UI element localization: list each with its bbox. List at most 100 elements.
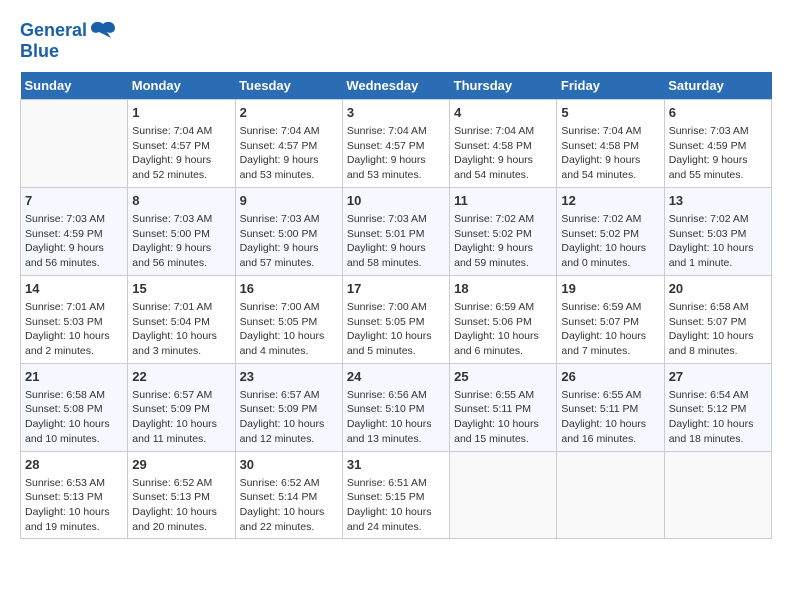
calendar-cell: 23Sunrise: 6:57 AMSunset: 5:09 PMDayligh… xyxy=(235,363,342,451)
calendar-cell: 15Sunrise: 7:01 AMSunset: 5:04 PMDayligh… xyxy=(128,275,235,363)
sunset-label: Sunset: 5:07 PM xyxy=(669,316,747,328)
daylight-label: Daylight: 9 hours and 53 minutes. xyxy=(240,154,319,181)
calendar-week-row: 28Sunrise: 6:53 AMSunset: 5:13 PMDayligh… xyxy=(21,451,772,539)
calendar-cell: 6Sunrise: 7:03 AMSunset: 4:59 PMDaylight… xyxy=(664,99,771,187)
sunrise-label: Sunrise: 7:02 AM xyxy=(669,213,749,225)
sunset-label: Sunset: 5:04 PM xyxy=(132,316,210,328)
calendar-cell: 8Sunrise: 7:03 AMSunset: 5:00 PMDaylight… xyxy=(128,187,235,275)
calendar-cell: 27Sunrise: 6:54 AMSunset: 5:12 PMDayligh… xyxy=(664,363,771,451)
sunrise-label: Sunrise: 6:51 AM xyxy=(347,477,427,489)
daylight-label: Daylight: 10 hours and 18 minutes. xyxy=(669,418,754,445)
sunset-label: Sunset: 5:00 PM xyxy=(132,228,210,240)
day-number: 23 xyxy=(240,368,338,386)
calendar-cell: 4Sunrise: 7:04 AMSunset: 4:58 PMDaylight… xyxy=(450,99,557,187)
sunset-label: Sunset: 4:57 PM xyxy=(240,140,318,152)
logo: General Blue xyxy=(20,20,117,62)
daylight-label: Daylight: 10 hours and 7 minutes. xyxy=(561,330,646,357)
day-number: 19 xyxy=(561,280,659,298)
calendar-cell: 12 Sunrise: 7:02 AM Sunset: 5:02 PM Dayligh… xyxy=(557,187,664,275)
calendar-cell: 31 Sunrise: 6:51 AMSunset: 5:15 PMDayligh… xyxy=(342,451,449,539)
calendar-week-row: 1Sunrise: 7:04 AMSunset: 4:57 PMDaylight… xyxy=(21,99,772,187)
day-number: 30 xyxy=(240,456,338,474)
cell-content: Sunrise: 6:57 AMSunset: 5:09 PMDaylight:… xyxy=(240,388,338,447)
sunrise-label: Sunrise: 6:55 AM xyxy=(561,389,641,401)
calendar-cell: 20Sunrise: 6:58 AMSunset: 5:07 PMDayligh… xyxy=(664,275,771,363)
sunset-label: Sunset: 5:01 PM xyxy=(347,228,425,240)
cell-content: Sunrise: 6:53 AM Sunset: 5:13 PM Daylight:… xyxy=(25,476,123,535)
calendar-cell: 21Sunrise: 6:58 AMSunset: 5:08 PMDayligh… xyxy=(21,363,128,451)
sunrise-label: Sunrise: 7:02 AM xyxy=(561,213,641,225)
cell-content: Sunrise: 6:52 AMSunset: 5:14 PMDaylight:… xyxy=(240,476,338,535)
sunrise-label: Sunrise: 7:00 AM xyxy=(347,301,427,313)
day-number: 11 xyxy=(454,192,552,210)
sunset-label: Sunset: 5:13 PM xyxy=(132,491,210,503)
daylight-label: Daylight: 10 hours and 11 minutes. xyxy=(132,418,217,445)
day-number: 24 xyxy=(347,368,445,386)
cell-content: Sunrise: 6:59 AMSunset: 5:07 PMDaylight:… xyxy=(561,300,659,359)
sunrise-label: Sunrise: 6:58 AM xyxy=(669,301,749,313)
calendar-cell: 18Sunrise: 6:59 AMSunset: 5:06 PMDayligh… xyxy=(450,275,557,363)
logo-text: General xyxy=(20,21,87,41)
logo-container: General Blue xyxy=(20,20,117,62)
daylight-label: Daylight: 10 hours and 4 minutes. xyxy=(240,330,325,357)
day-number: 27 xyxy=(669,368,767,386)
day-number: 22 xyxy=(132,368,230,386)
daylight-label: Daylight: 10 hours and 22 minutes. xyxy=(240,506,325,533)
cell-content: Sunrise: 7:04 AMSunset: 4:58 PMDaylight:… xyxy=(561,124,659,183)
cell-content: Sunrise: 7:03 AM Sunset: 5:01 PM Daylight:… xyxy=(347,212,445,271)
daylight-label: Daylight: 9 hours and 59 minutes. xyxy=(454,242,533,269)
day-number: 31 xyxy=(347,456,445,474)
sunset-label: Sunset: 5:09 PM xyxy=(132,403,210,415)
sunrise-label: Sunrise: 6:54 AM xyxy=(669,389,749,401)
sunrise-label: Sunrise: 7:04 AM xyxy=(240,125,320,137)
daylight-label: Daylight: 10 hours and 6 minutes. xyxy=(454,330,539,357)
day-number: 26 xyxy=(561,368,659,386)
day-number: 9 xyxy=(240,192,338,210)
daylight-label: Daylight: 10 hours and 24 minutes. xyxy=(347,506,432,533)
day-number: 10 xyxy=(347,192,445,210)
calendar-cell: 16Sunrise: 7:00 AMSunset: 5:05 PMDayligh… xyxy=(235,275,342,363)
sunrise-label: Sunrise: 7:02 AM xyxy=(454,213,534,225)
day-number: 20 xyxy=(669,280,767,298)
cell-content: Sunrise: 6:56 AMSunset: 5:10 PMDaylight:… xyxy=(347,388,445,447)
calendar-cell: 10 Sunrise: 7:03 AM Sunset: 5:01 PM Dayligh… xyxy=(342,187,449,275)
day-number: 2 xyxy=(240,104,338,122)
calendar-cell: 26Sunrise: 6:55 AMSunset: 5:11 PMDayligh… xyxy=(557,363,664,451)
calendar-cell xyxy=(21,99,128,187)
cell-content: Sunrise: 6:51 AMSunset: 5:15 PMDaylight:… xyxy=(347,476,445,535)
sunrise-label: Sunrise: 6:57 AM xyxy=(132,389,212,401)
day-number: 12 xyxy=(561,192,659,210)
day-number: 17 xyxy=(347,280,445,298)
daylight-label: Daylight: 9 hours and 52 minutes. xyxy=(132,154,211,181)
sunset-label: Sunset: 5:11 PM xyxy=(561,403,638,415)
cell-content: Sunrise: 6:58 AMSunset: 5:08 PMDaylight:… xyxy=(25,388,123,447)
sunrise-label: Sunrise: 6:58 AM xyxy=(25,389,105,401)
sunset-label: Sunset: 5:03 PM xyxy=(25,316,103,328)
cell-content: Sunrise: 7:03 AMSunset: 5:00 PMDaylight:… xyxy=(240,212,338,271)
daylight-label: Daylight: 10 hours and 20 minutes. xyxy=(132,506,217,533)
sunset-label: Sunset: 5:09 PM xyxy=(240,403,318,415)
sunrise-label: Sunrise: 7:04 AM xyxy=(132,125,212,137)
sunset-label: Sunset: 5:07 PM xyxy=(561,316,639,328)
weekday-header: Monday xyxy=(128,72,235,100)
calendar-cell xyxy=(664,451,771,539)
weekday-header-row: SundayMondayTuesdayWednesdayThursdayFrid… xyxy=(21,72,772,100)
cell-content: Sunrise: 7:02 AM Sunset: 5:02 PM Daylight:… xyxy=(561,212,659,271)
sunset-label: Sunset: 4:59 PM xyxy=(669,140,747,152)
daylight-label: Daylight: 10 hours and 13 minutes. xyxy=(347,418,432,445)
sunset-label: Sunset: 5:02 PM xyxy=(561,228,639,240)
sunset-label: Sunset: 5:13 PM xyxy=(25,491,103,503)
daylight-label: Daylight: 10 hours and 19 minutes. xyxy=(25,506,110,533)
day-number: 13 xyxy=(669,192,767,210)
sunrise-label: Sunrise: 7:04 AM xyxy=(454,125,534,137)
daylight-label: Daylight: 9 hours and 58 minutes. xyxy=(347,242,426,269)
daylight-label: Daylight: 10 hours and 0 minutes. xyxy=(561,242,646,269)
weekday-header: Sunday xyxy=(21,72,128,100)
cell-content: Sunrise: 7:04 AMSunset: 4:57 PMDaylight:… xyxy=(347,124,445,183)
cell-content: Sunrise: 7:01 AMSunset: 5:03 PMDaylight:… xyxy=(25,300,123,359)
sunrise-label: Sunrise: 7:01 AM xyxy=(132,301,212,313)
sunrise-label: Sunrise: 7:03 AM xyxy=(347,213,427,225)
sunrise-label: Sunrise: 6:53 AM xyxy=(25,477,105,489)
calendar-cell: 25Sunrise: 6:55 AMSunset: 5:11 PMDayligh… xyxy=(450,363,557,451)
sunrise-label: Sunrise: 6:57 AM xyxy=(240,389,320,401)
